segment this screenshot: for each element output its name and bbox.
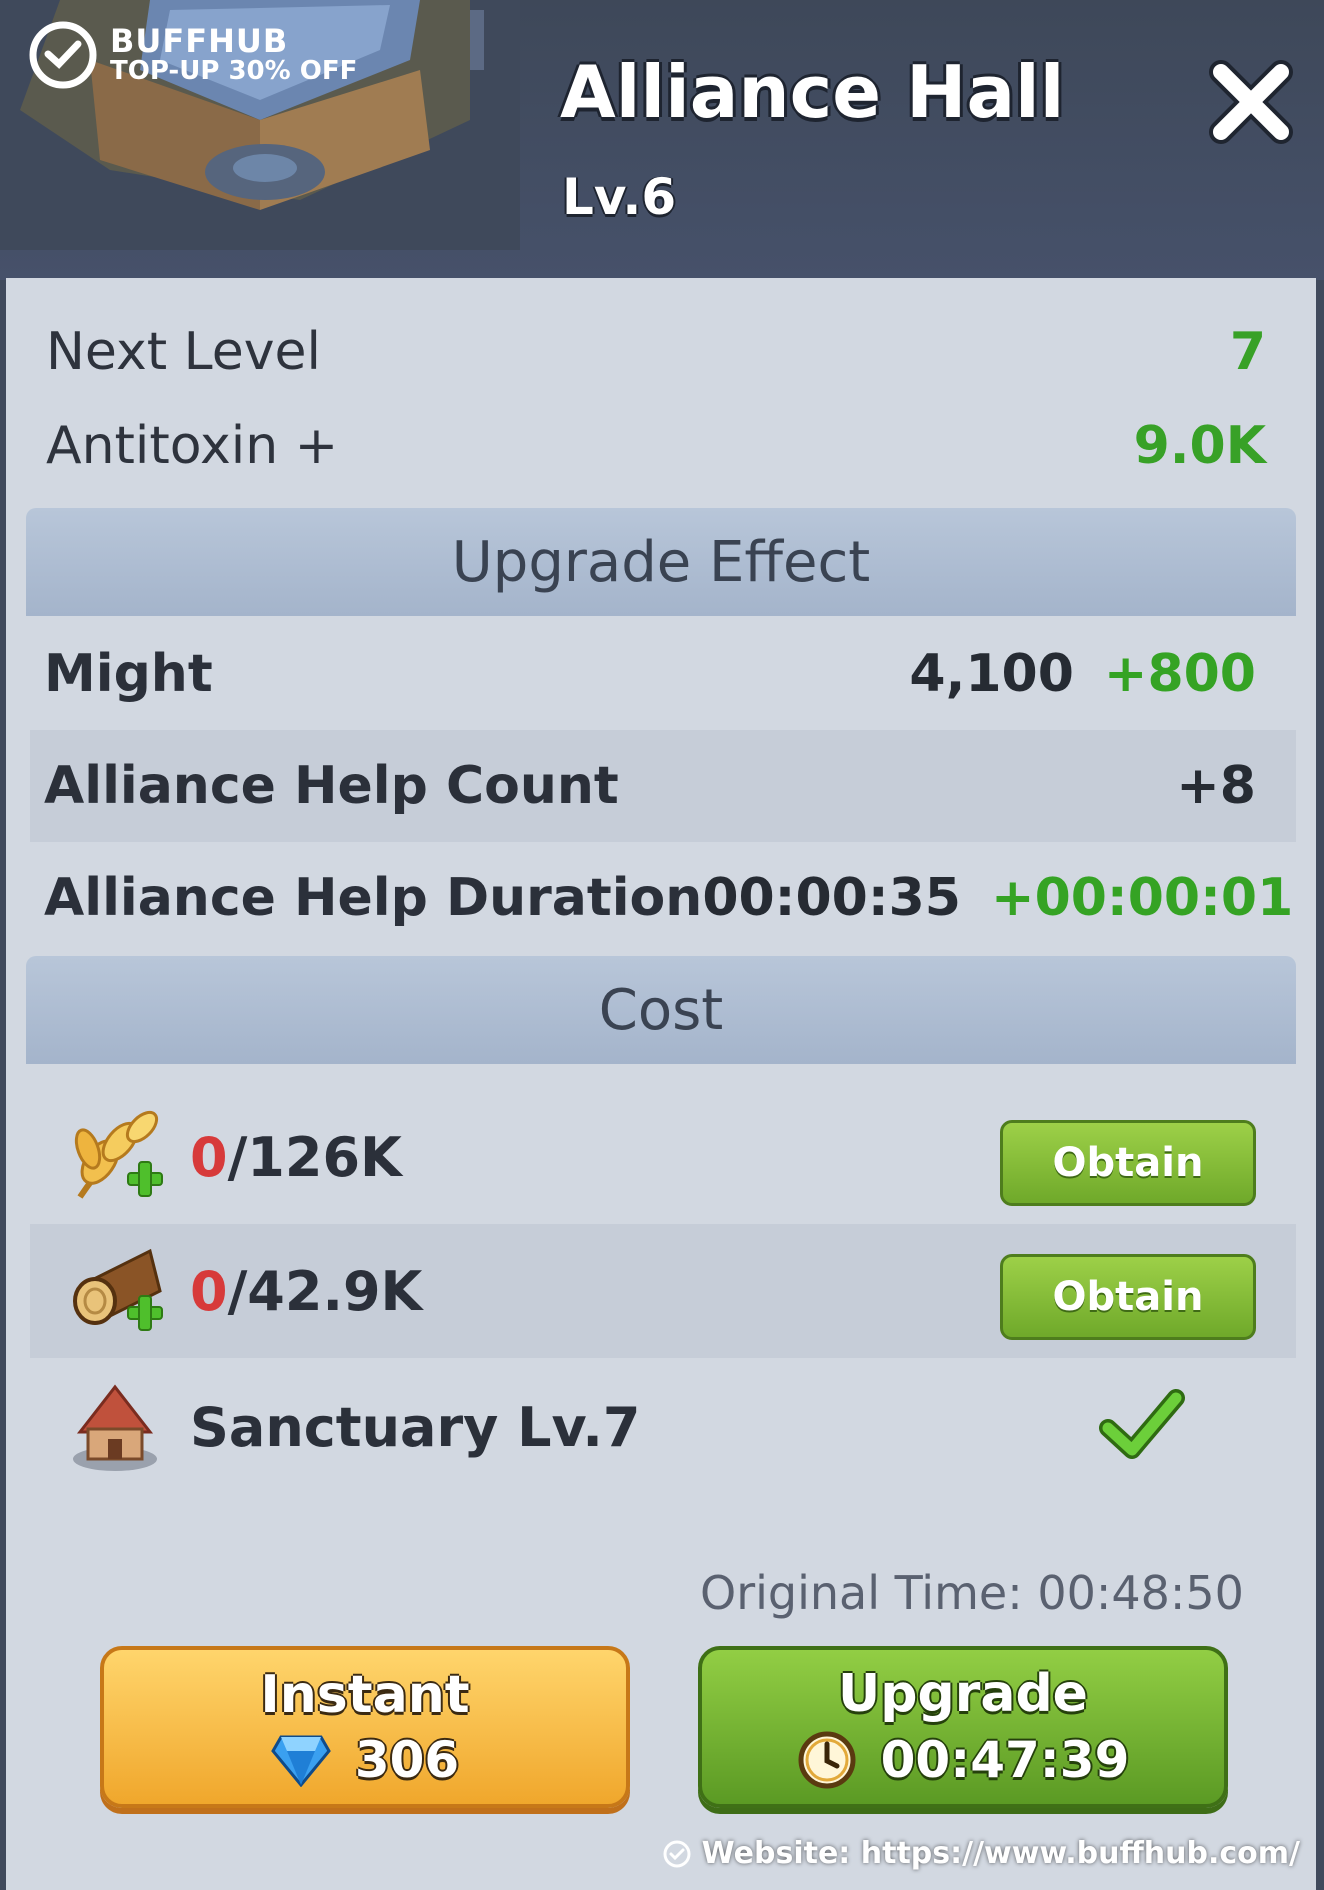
food-need: /126K [227,1125,402,1189]
buffhub-logo-icon [29,21,97,89]
antitoxin-value: 9.0K [1133,416,1266,476]
header-bar: BUFFHUB TOP-UP 30% OFF Alliance Hall Lv.… [0,0,1324,280]
cost-row-wood: 0/42.9K Obtain [30,1224,1296,1358]
effect-label: Might [44,644,213,704]
watermark-website: Website: https://www.buffhub.com/ [662,1836,1300,1871]
antitoxin-label: Antitoxin + [46,416,339,476]
antitoxin-row: Antitoxin + 9.0K [46,406,1266,486]
requirement-row-sanctuary: Sanctuary Lv.7 [30,1360,1296,1494]
effect-bonus-value: +00:00:01 [991,868,1294,928]
effect-bonus-value: +8 [1176,756,1256,816]
cost-header: Cost [26,956,1296,1064]
next-level-label: Next Level [46,322,321,382]
instant-button[interactable]: Instant 306 [100,1646,630,1808]
effect-row-help-duration: Alliance Help Duration 00:00:35 +00:00:0… [30,842,1296,954]
watermark-brand: BUFFHUB [110,21,289,60]
wood-log-icon [73,1248,163,1331]
effect-bonus-value: +800 [1103,644,1256,704]
cost-row-food: 0/126K Obtain [30,1090,1296,1224]
upgrade-button[interactable]: Upgrade 00:47:39 [698,1646,1228,1808]
checkmark-icon [1099,1389,1185,1459]
clock-icon [798,1731,856,1789]
food-have: 0 [190,1125,228,1189]
requirement-label: Sanctuary Lv.7 [190,1395,641,1459]
obtain-food-button[interactable]: Obtain [1000,1120,1256,1206]
website-text: Website: https://www.buffhub.com/ [701,1836,1300,1871]
sanctuary-building-icon [73,1384,157,1471]
next-level-row: Next Level 7 [46,312,1266,392]
building-title: Alliance Hall [560,50,1065,134]
upgrade-time: 00:47:39 [880,1731,1130,1789]
effect-row-might: Might 4,100 +800 [30,618,1296,730]
effect-label: Alliance Help Duration [44,868,703,928]
gem-icon [270,1735,331,1787]
wood-need: /42.9K [227,1259,423,1323]
wheat-icon [74,1110,163,1199]
instant-label: Instant [260,1665,470,1725]
effect-row-help-count: Alliance Help Count +8 [30,730,1296,842]
original-time: Original Time: 00:48:50 [700,1566,1244,1620]
effect-current-value: 00:00:35 [702,868,961,928]
upgrade-effect-header: Upgrade Effect [26,508,1296,616]
next-level-value: 7 [1229,322,1266,382]
instant-gem-cost: 306 [354,1731,460,1789]
watermark-promo: TOP-UP 30% OFF [110,56,358,87]
obtain-wood-button[interactable]: Obtain [1000,1254,1256,1340]
close-x-icon[interactable] [1205,56,1297,148]
upgrade-label: Upgrade [838,1664,1088,1724]
effect-label: Alliance Help Count [44,756,619,816]
wood-have: 0 [190,1259,228,1323]
buffhub-watermark: BUFFHUB TOP-UP 30% OFF [28,20,357,90]
buffhub-small-logo-icon [663,1840,691,1867]
effect-current-value: 4,100 [909,644,1074,704]
building-level: Lv.6 [562,168,677,226]
